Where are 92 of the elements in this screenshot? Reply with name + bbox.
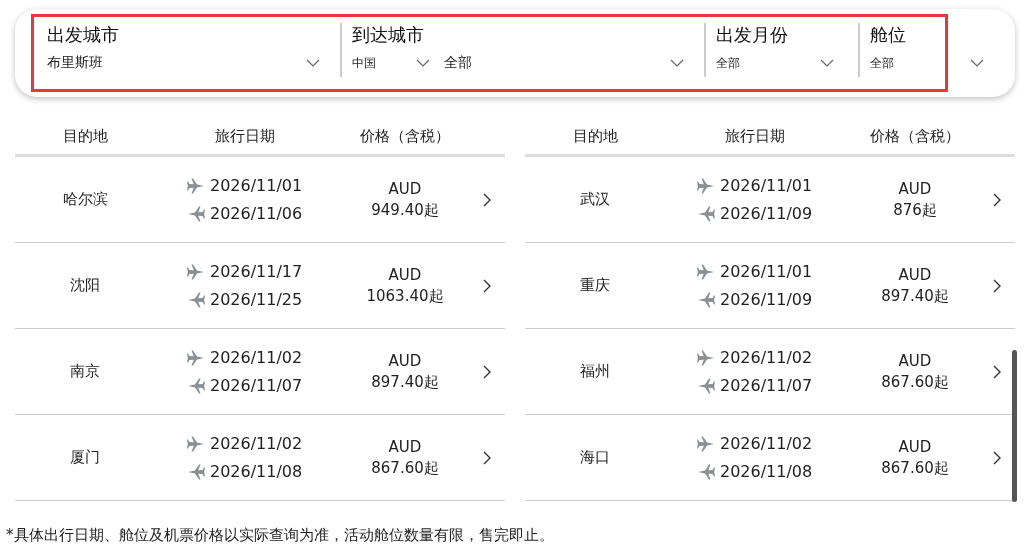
scrollbar-thumb[interactable] (1012, 350, 1017, 502)
price-value: 876起 (893, 199, 937, 221)
price-value: 897.40起 (371, 371, 439, 393)
route-row[interactable]: 武汉 2026/11/01 2026/11/09 AUD 876起 (525, 157, 1015, 243)
chevron-right-icon (483, 278, 491, 293)
returning-plane-icon (697, 205, 715, 222)
returning-plane-icon (697, 377, 715, 394)
return-date: 2026/11/08 (720, 462, 813, 481)
route-row[interactable]: 南京 2026/11/02 2026/11/07 AUD 897.40起 (15, 329, 505, 415)
dropdown-select[interactable]: 中国 (352, 52, 430, 74)
departing-plane-icon (697, 177, 715, 194)
returning-plane-icon (187, 463, 205, 480)
destination-cell-text: 厦门 (69, 448, 101, 467)
departing-plane-icon (697, 263, 715, 280)
departing-plane-icon (697, 435, 715, 452)
returning-plane-icon (697, 463, 715, 480)
destination-cell-text: 海口 (579, 448, 611, 467)
return-date: 2026/11/06 (210, 204, 303, 223)
chevron-right-icon (993, 192, 1001, 207)
currency-label: AUD (898, 264, 932, 286)
column-header: 目的地 (571, 126, 619, 146)
chevron-right-icon (993, 450, 1001, 465)
column-header: 价格（含税） (359, 126, 451, 146)
return-date: 2026/11/08 (210, 462, 303, 481)
destination-cell-text: 哈尔滨 (61, 190, 109, 209)
return-date: 2026/11/07 (720, 376, 813, 395)
price-value: 949.40起 (371, 199, 439, 221)
filter-label: 舱位 (870, 23, 907, 47)
price-value: 867.60起 (371, 457, 439, 479)
chevron-right-icon (483, 192, 491, 207)
currency-label: AUD (388, 350, 422, 372)
return-date: 2026/11/09 (720, 290, 813, 309)
disclaimer-note: *具体出行日期、舱位及机票价格以实际查询为准，活动舱位数量有限，售完即止。 (6, 526, 554, 545)
chevron-right-icon (993, 364, 1001, 379)
route-row[interactable]: 重庆 2026/11/01 2026/11/09 AUD 897.40起 (525, 243, 1015, 329)
filter-label: 到达城市 (352, 23, 425, 47)
return-date: 2026/11/07 (210, 376, 303, 395)
outbound-date: 2026/11/02 (210, 348, 303, 367)
departing-plane-icon (187, 349, 205, 366)
returning-plane-icon (187, 205, 205, 222)
chevron-down-icon (416, 59, 430, 67)
column-header: 价格（含税） (869, 126, 961, 146)
currency-label: AUD (898, 436, 932, 458)
currency-label: AUD (388, 178, 422, 200)
column-header: 目的地 (61, 126, 109, 146)
outbound-date: 2026/11/01 (210, 176, 303, 195)
outbound-date: 2026/11/02 (720, 348, 813, 367)
return-date: 2026/11/09 (720, 204, 813, 223)
currency-label: AUD (388, 436, 422, 458)
outbound-date: 2026/11/02 (210, 434, 303, 453)
return-date: 2026/11/25 (210, 290, 303, 309)
destination-cell-text: 南京 (69, 362, 101, 381)
chevron-right-icon (483, 450, 491, 465)
price-value: 867.60起 (881, 371, 949, 393)
returning-plane-icon (187, 291, 205, 308)
dropdown-select[interactable]: 布里斯班 (47, 52, 340, 74)
departing-plane-icon (187, 263, 205, 280)
dropdown-select[interactable]: 全部 (870, 52, 1008, 74)
route-row[interactable]: 哈尔滨 2026/11/01 2026/11/06 AUD 949.40起 (15, 157, 505, 243)
destination-cell-text: 重庆 (579, 276, 611, 295)
filter-label: 出发月份 (716, 23, 789, 47)
dropdown-select[interactable]: 全部 (444, 52, 704, 74)
column-header: 旅行日期 (214, 126, 276, 146)
returning-plane-icon (187, 377, 205, 394)
filter-label: 出发城市 (47, 23, 120, 47)
dropdown-select[interactable]: 全部 (716, 52, 858, 74)
outbound-date: 2026/11/02 (720, 434, 813, 453)
outbound-date: 2026/11/01 (720, 262, 813, 281)
chevron-down-icon (670, 59, 684, 67)
column-header: 旅行日期 (724, 126, 786, 146)
price-value: 867.60起 (881, 457, 949, 479)
outbound-date: 2026/11/01 (720, 176, 813, 195)
chevron-right-icon (993, 278, 1001, 293)
chevron-down-icon (970, 59, 984, 67)
departing-plane-icon (187, 435, 205, 452)
destination-cell-text: 福州 (579, 362, 611, 381)
currency-label: AUD (388, 264, 422, 286)
price-value: 1063.40起 (366, 285, 444, 307)
chevron-down-icon (306, 59, 320, 67)
currency-label: AUD (898, 350, 932, 372)
route-row[interactable]: 沈阳 2026/11/17 2026/11/25 AUD 1063.40起 (15, 243, 505, 329)
currency-label: AUD (898, 178, 932, 200)
chevron-down-icon (820, 59, 834, 67)
destination-cell-text: 武汉 (579, 190, 611, 209)
departing-plane-icon (697, 349, 715, 366)
returning-plane-icon (697, 291, 715, 308)
departing-plane-icon (187, 177, 205, 194)
route-row[interactable]: 厦门 2026/11/02 2026/11/08 AUD 867.60起 (15, 415, 505, 501)
destination-cell-text: 沈阳 (69, 276, 101, 295)
price-value: 897.40起 (881, 285, 949, 307)
outbound-date: 2026/11/17 (210, 262, 303, 281)
chevron-right-icon (483, 364, 491, 379)
